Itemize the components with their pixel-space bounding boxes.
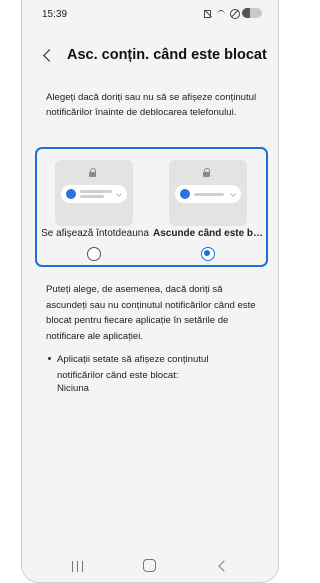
wifi-off-icon: [216, 8, 226, 18]
block-icon: [229, 8, 240, 19]
back-icon[interactable]: [217, 561, 227, 571]
chevron-down-icon: [116, 191, 122, 197]
option-label-show-always: Se afișează întotdeauna: [41, 228, 149, 239]
phone-screen: 15:39 Asc. conțin. când este blocat Aleg…: [21, 0, 279, 583]
bullet-text: Aplicații setate să afișeze conținutul n…: [57, 354, 209, 381]
notification-line: [194, 192, 224, 196]
battery-icon: [242, 8, 262, 18]
radio-hide-when-locked[interactable]: [201, 247, 215, 261]
lock-screen-content-options: Se afișează întotdeauna Ascunde când est…: [35, 147, 268, 267]
notification-line: [80, 190, 112, 193]
bullet-value: Niciuna: [57, 383, 89, 394]
header: Asc. conțin. când este blocat: [22, 36, 278, 76]
option-show-always[interactable]: Se afișează întotdeauna: [37, 149, 151, 265]
lock-icon: [203, 168, 211, 177]
intro-text: Alegeți dacă doriți sau nu să se afișeze…: [46, 92, 257, 118]
radio-show-always[interactable]: [87, 247, 101, 261]
preview-show-always: [55, 160, 133, 226]
option-label-hide-when-locked: Ascunde când este blocat: [153, 228, 265, 239]
notification-preview-card: [61, 185, 127, 203]
option-hide-when-locked[interactable]: Ascunde când este blocat: [151, 149, 265, 265]
mute-icon: [203, 8, 213, 18]
info-text: Puteți alege, de asemenea, dacă doriți s…: [46, 284, 256, 342]
notification-dot-icon: [180, 189, 190, 199]
navigation-bar: [22, 555, 278, 579]
page-title: Asc. conțin. când este blocat: [67, 47, 267, 63]
status-time: 15:39: [42, 9, 68, 20]
notification-dot-icon: [66, 189, 76, 199]
bullet-dot: [48, 357, 51, 360]
status-icons: [203, 8, 262, 19]
preview-hide-when-locked: [169, 160, 247, 226]
chevron-down-icon: [230, 191, 236, 197]
notification-preview-card: [175, 185, 241, 203]
status-bar: 15:39: [22, 0, 278, 28]
lock-icon: [89, 168, 97, 177]
recents-icon[interactable]: [72, 561, 84, 572]
notification-line: [80, 195, 104, 198]
chevron-left-icon[interactable]: [42, 48, 54, 62]
home-icon[interactable]: [143, 559, 156, 572]
